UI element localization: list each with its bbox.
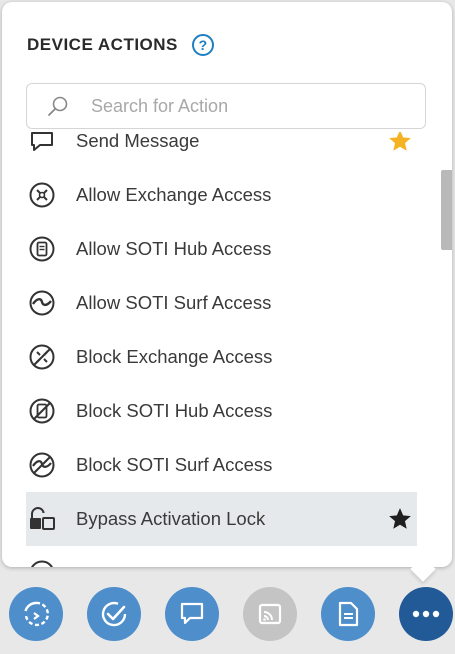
hub-blocked-icon — [28, 397, 56, 425]
chat-bubble-icon — [28, 132, 56, 155]
partial-icon — [28, 559, 56, 567]
action-label: Block SOTI Surf Access — [76, 454, 273, 475]
action-label: Block SOTI Hub Access — [76, 400, 273, 421]
search-box[interactable] — [26, 83, 426, 129]
action-label: Block Exchange Access — [76, 346, 273, 367]
action-partial-item[interactable] — [26, 546, 417, 567]
refresh-action-button[interactable] — [9, 587, 63, 641]
action-label: Allow SOTI Surf Access — [76, 292, 272, 313]
action-block-soti-surf-access[interactable]: Block SOTI Surf Access — [26, 438, 417, 492]
action-label: Send Message — [76, 132, 200, 151]
action-label: Bypass Activation Lock — [76, 508, 266, 529]
more-actions-icon — [412, 610, 440, 618]
exchange-blocked-icon — [28, 343, 56, 371]
refresh-action-icon — [24, 601, 49, 627]
popup-header: DEVICE ACTIONS ? — [27, 32, 214, 58]
remote-cast-button[interactable] — [243, 587, 297, 641]
action-allow-soti-hub-access[interactable]: Allow SOTI Hub Access — [26, 222, 417, 276]
more-actions-button[interactable] — [399, 587, 453, 641]
check-action-button[interactable] — [87, 587, 141, 641]
panel-title: DEVICE ACTIONS — [27, 35, 178, 54]
action-allow-exchange-access[interactable]: Allow Exchange Access — [26, 168, 417, 222]
bottom-action-bar — [0, 578, 455, 654]
star-favorite-icon[interactable] — [387, 132, 413, 154]
action-bypass-activation-lock[interactable]: Bypass Activation Lock — [26, 492, 417, 546]
message-icon — [180, 602, 204, 625]
action-block-exchange-access[interactable]: Block Exchange Access — [26, 330, 417, 384]
search-icon — [47, 95, 69, 117]
document-action-button[interactable] — [321, 587, 375, 641]
document-icon — [338, 601, 359, 627]
exchange-icon — [28, 181, 56, 209]
help-icon[interactable]: ? — [191, 34, 214, 56]
action-send-message[interactable]: Send Message — [26, 132, 417, 168]
list-scrollbar[interactable] — [441, 170, 452, 250]
star-favorite-icon[interactable] — [387, 506, 413, 532]
unlock-icon — [28, 505, 56, 533]
surf-icon — [28, 289, 56, 317]
search-input[interactable] — [89, 94, 393, 118]
action-allow-soti-surf-access[interactable]: Allow SOTI Surf Access — [26, 276, 417, 330]
device-actions-popup: DEVICE ACTIONS ? Send Message Allow Exch… — [2, 2, 452, 567]
surf-blocked-icon — [28, 451, 56, 479]
actions-list[interactable]: Send Message Allow Exchange Access Allow… — [2, 132, 442, 567]
action-label: Allow SOTI Hub Access — [76, 238, 272, 259]
action-label: Allow Exchange Access — [76, 184, 272, 205]
remote-cast-icon — [258, 603, 282, 625]
action-block-soti-hub-access[interactable]: Block SOTI Hub Access — [26, 384, 417, 438]
check-circle-icon — [101, 601, 127, 627]
message-action-button[interactable] — [165, 587, 219, 641]
hub-icon — [28, 235, 56, 263]
